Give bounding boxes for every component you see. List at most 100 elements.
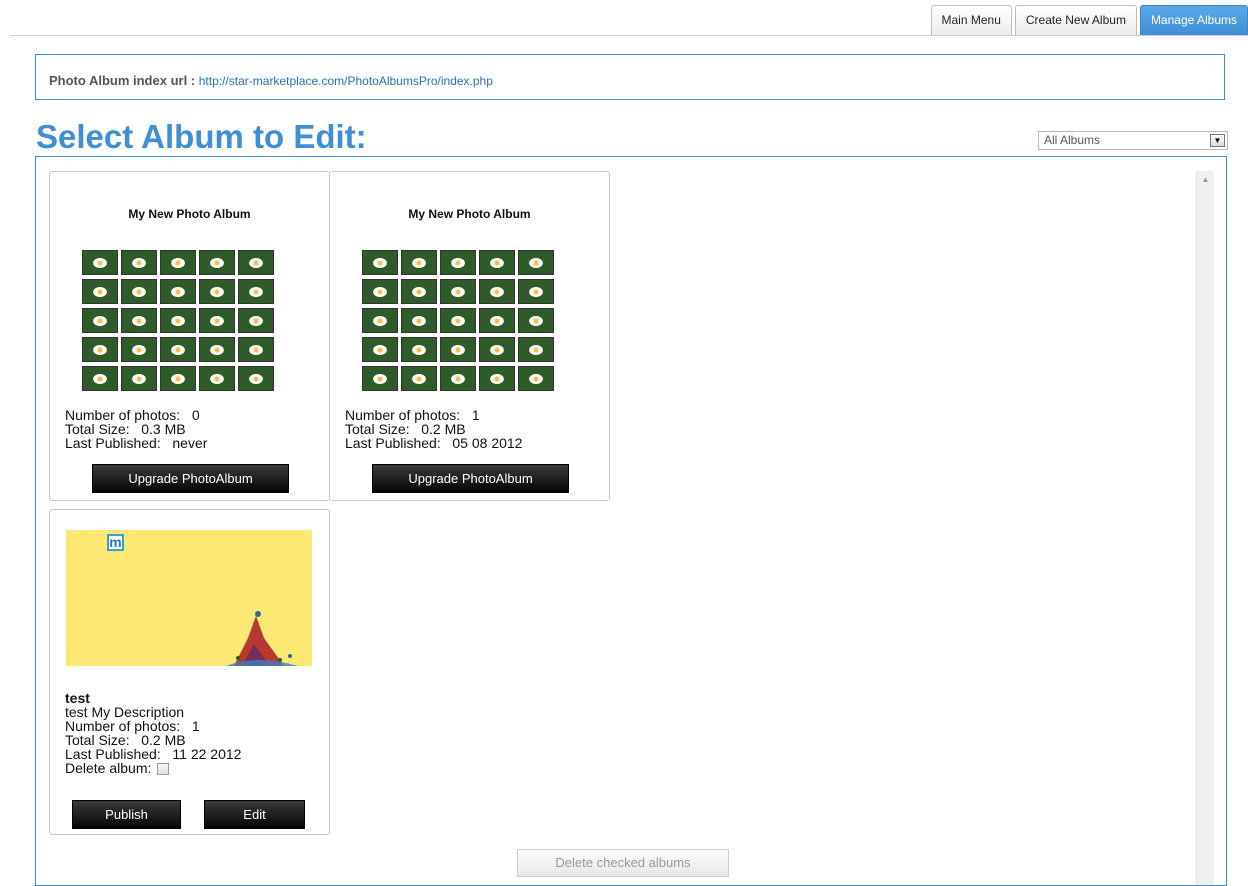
photo-thumbnail <box>199 308 235 333</box>
album-filter-select[interactable]: All Albums ▼ <box>1038 131 1228 150</box>
flower-image-icon <box>412 257 426 268</box>
tab-main-menu[interactable]: Main Menu <box>930 5 1012 35</box>
flower-image-icon <box>210 315 224 326</box>
photo-thumbnail <box>518 337 554 362</box>
photo-thumbnail <box>362 279 398 304</box>
album-info: test test My Description Number of photo… <box>65 690 241 776</box>
photo-thumbnail <box>518 279 554 304</box>
album-title: My New Photo Album <box>128 207 251 221</box>
upgrade-photoalbum-button[interactable]: Upgrade PhotoAlbum <box>92 464 289 493</box>
photo-thumbnail <box>121 337 157 362</box>
flower-image-icon <box>249 373 263 384</box>
page-title: Select Album to Edit: <box>36 118 367 155</box>
flower-image-icon <box>171 315 185 326</box>
flower-image-icon <box>93 257 107 268</box>
flower-image-icon <box>249 257 263 268</box>
photo-thumbnail <box>518 308 554 333</box>
photo-thumbnail <box>82 279 118 304</box>
photo-thumbnail <box>199 337 235 362</box>
photo-thumbnail <box>479 308 515 333</box>
photo-thumbnail <box>160 337 196 362</box>
photo-thumbnail <box>121 279 157 304</box>
number-of-photos: Number of photos: 1 <box>345 407 480 423</box>
chevron-down-icon[interactable]: ▼ <box>1210 134 1225 147</box>
index-url-box: Photo Album index url : http://star-mark… <box>35 54 1225 100</box>
flower-image-icon <box>490 257 504 268</box>
photo-thumbnail <box>440 308 476 333</box>
flower-image-icon <box>171 373 185 384</box>
flower-image-icon <box>529 315 543 326</box>
photo-thumbnail <box>121 250 157 275</box>
flower-image-icon <box>490 344 504 355</box>
flower-image-icon <box>171 286 185 297</box>
last-published: Last Published: 05 08 2012 <box>345 435 523 451</box>
flower-image-icon <box>451 286 465 297</box>
tab-manage-albums[interactable]: Manage Albums <box>1139 5 1248 35</box>
tab-create-new-album[interactable]: Create New Album <box>1014 5 1137 35</box>
flower-image-icon <box>529 344 543 355</box>
photo-thumbnail <box>160 308 196 333</box>
flower-image-icon <box>210 344 224 355</box>
photo-thumbnail <box>440 366 476 391</box>
photo-thumbnail <box>440 337 476 362</box>
photo-thumbnail <box>401 366 437 391</box>
publish-button[interactable]: Publish <box>72 800 181 829</box>
thumbnail-grid <box>82 250 276 391</box>
photo-thumbnail <box>440 279 476 304</box>
flower-image-icon <box>171 344 185 355</box>
flower-image-icon <box>490 315 504 326</box>
flower-image-icon <box>373 344 387 355</box>
photo-thumbnail <box>82 250 118 275</box>
photo-thumbnail <box>199 250 235 275</box>
top-tabs: Main Menu Create New Album Manage Albums <box>930 5 1248 35</box>
delete-album-checkbox[interactable] <box>157 763 170 776</box>
flower-image-icon <box>451 315 465 326</box>
delete-checked-albums-button[interactable]: Delete checked albums <box>517 849 729 877</box>
flower-image-icon <box>529 373 543 384</box>
photo-thumbnail <box>238 279 274 304</box>
photo-thumbnail <box>440 250 476 275</box>
tabs-underline <box>10 35 1248 36</box>
photo-thumbnail <box>362 250 398 275</box>
flower-image-icon <box>412 344 426 355</box>
flower-image-icon <box>490 286 504 297</box>
photo-thumbnail <box>479 250 515 275</box>
flower-image-icon <box>132 257 146 268</box>
photo-thumbnail <box>121 366 157 391</box>
photo-thumbnail <box>82 308 118 333</box>
photo-thumbnail <box>479 366 515 391</box>
album-cover-image[interactable]: m <box>66 530 312 666</box>
photo-thumbnail <box>199 279 235 304</box>
photo-thumbnail <box>238 337 274 362</box>
photo-thumbnail <box>238 308 274 333</box>
flower-image-icon <box>451 373 465 384</box>
photo-thumbnail <box>160 279 196 304</box>
flower-image-icon <box>132 315 146 326</box>
flower-image-icon <box>93 373 107 384</box>
photo-thumbnail <box>479 337 515 362</box>
flower-image-icon <box>171 257 185 268</box>
flower-image-icon <box>132 344 146 355</box>
photo-thumbnail <box>479 279 515 304</box>
total-size: Total Size: 0.2 MB <box>345 421 466 437</box>
flower-image-icon <box>132 373 146 384</box>
flower-image-icon <box>373 286 387 297</box>
album-card-3: m test test My Description Number of pho… <box>49 509 330 835</box>
album-card-2: My New Photo Album Number of photos: 1 T… <box>329 171 610 501</box>
photo-thumbnail <box>401 279 437 304</box>
scroll-up-icon[interactable]: ▲ <box>1197 175 1214 184</box>
upgrade-photoalbum-button[interactable]: Upgrade PhotoAlbum <box>372 464 569 493</box>
album-info: Number of photos: 0 Total Size: 0.3 MB L… <box>65 408 207 450</box>
photo-thumbnail <box>401 250 437 275</box>
index-url-link[interactable]: http://star-marketplace.com/PhotoAlbumsP… <box>199 74 493 88</box>
vertical-scrollbar[interactable]: ▲ <box>1196 171 1214 885</box>
photo-thumbnail <box>401 308 437 333</box>
edit-button[interactable]: Edit <box>204 800 305 829</box>
flower-image-icon <box>490 373 504 384</box>
album-title: My New Photo Album <box>408 207 531 221</box>
photo-thumbnail <box>362 366 398 391</box>
photo-thumbnail <box>362 337 398 362</box>
flower-image-icon <box>93 286 107 297</box>
photo-thumbnail <box>160 366 196 391</box>
album-name: test <box>65 690 90 706</box>
